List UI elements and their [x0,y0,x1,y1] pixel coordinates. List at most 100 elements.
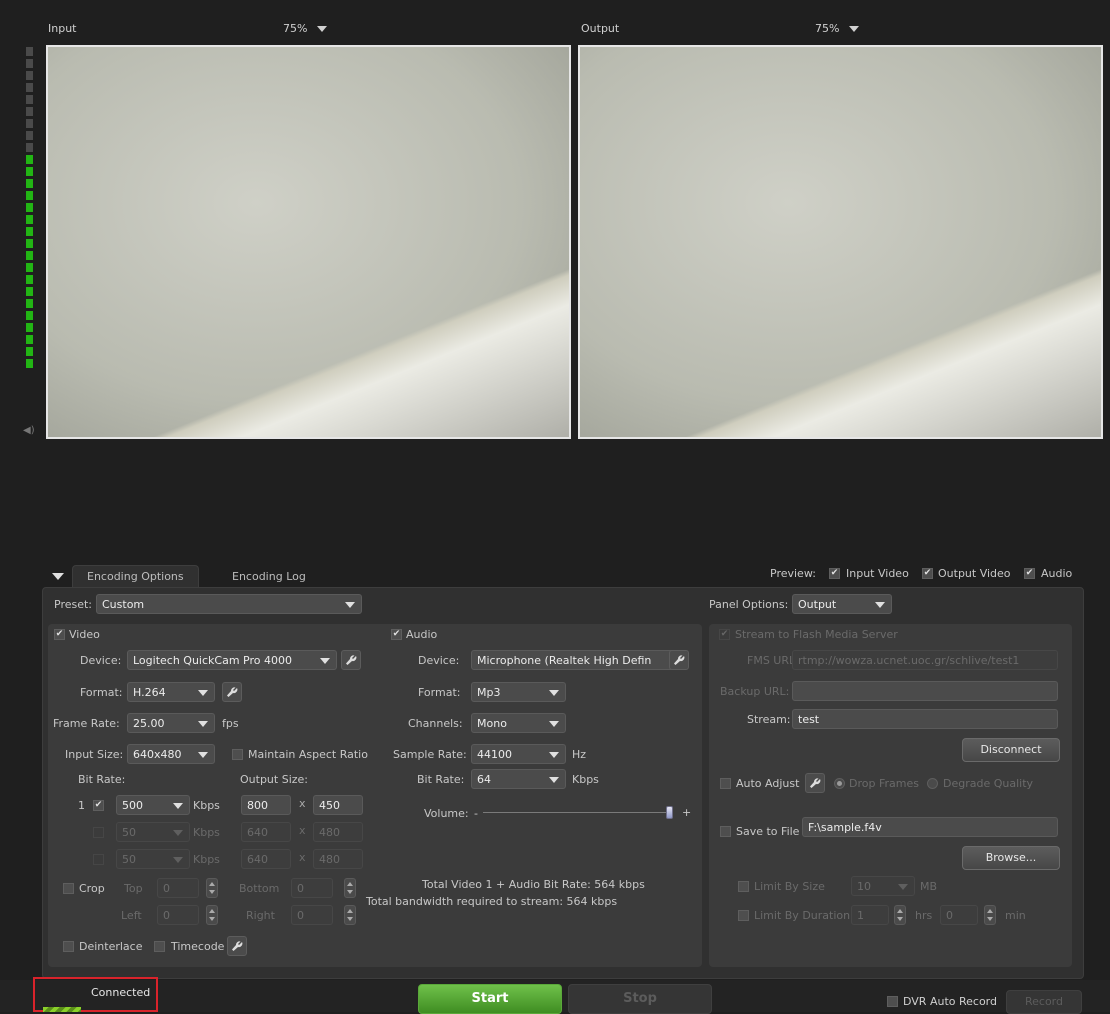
channels-dropdown[interactable]: Mono [471,713,566,733]
crop-top-stepper[interactable] [206,878,218,898]
dvr-auto-record-checkbox[interactable] [887,996,898,1007]
panel-options-label: Panel Options: [709,598,789,611]
bitrate-dropdown[interactable]: 50 [116,849,190,869]
audio-bit-rate-dropdown[interactable]: 64 [471,769,566,789]
volume-slider-handle[interactable] [666,806,673,819]
disconnect-button[interactable]: Disconnect [962,738,1060,762]
crop-left-stepper[interactable] [206,905,218,925]
bitrate-dropdown[interactable]: 500 [116,795,190,815]
tab-encoding-options[interactable]: Encoding Options [72,565,199,588]
hours-stepper[interactable] [894,905,906,925]
size-limit-dropdown[interactable]: 10 [851,876,915,896]
crop-right-stepper[interactable] [344,905,356,925]
crop-checkbox[interactable] [63,883,74,894]
timecode-checkbox[interactable] [154,941,165,952]
limit-by-size-checkbox[interactable] [738,881,749,892]
preview-output-video-checkbox[interactable]: ✔ [922,568,933,579]
audio-device-settings-button[interactable] [669,650,689,670]
meter-segment [26,359,33,368]
meter-segment [26,155,33,164]
audio-enable-checkbox[interactable]: ✔ [391,629,402,640]
save-to-file-checkbox[interactable] [720,826,731,837]
video-enable-checkbox[interactable]: ✔ [54,629,65,640]
crop-left-input[interactable]: 0 [157,905,199,925]
crop-right-input[interactable]: 0 [291,905,333,925]
frame-rate-dropdown[interactable]: 25.00 [127,713,215,733]
kbps-label: Kbps [193,853,220,866]
audio-format-dropdown[interactable]: Mp3 [471,682,566,702]
tab-encoding-log[interactable]: Encoding Log [218,566,320,588]
output-zoom-dropdown[interactable]: 75% [815,22,860,35]
speaker-icon[interactable]: ◀) [23,425,35,436]
fms-url-input[interactable]: rtmp://wowza.ucnet.uoc.gr/schlive/test1 [792,650,1058,670]
crop-bottom-stepper[interactable] [344,878,356,898]
video-format-dropdown[interactable]: H.264 [127,682,215,702]
minutes-input[interactable]: 0 [940,905,978,925]
preset-dropdown[interactable]: Custom [96,594,362,614]
crop-top-input[interactable]: 0 [157,878,199,898]
auto-adjust-settings-button[interactable] [805,773,825,793]
output-width-input[interactable]: 640 [241,822,291,842]
preview-input-video-checkbox[interactable]: ✔ [829,568,840,579]
wrench-icon [227,687,238,697]
hours-input[interactable]: 1 [851,905,889,925]
stream-to-fms-checkbox[interactable]: ✔ [719,629,730,640]
chevron-down-icon [549,721,559,727]
auto-adjust-checkbox[interactable] [720,778,731,789]
connection-indicator [43,1007,81,1012]
meter-segment [26,107,33,116]
video-device-dropdown[interactable]: Logitech QuickCam Pro 4000 [127,650,337,670]
panel-options-dropdown[interactable]: Output [792,594,892,614]
video-format-settings-button[interactable] [222,682,242,702]
timecode-settings-button[interactable] [227,936,247,956]
volume-slider-track[interactable] [483,812,673,813]
bitrate-row-checkbox[interactable] [93,854,104,865]
sample-rate-dropdown[interactable]: 44100 [471,744,566,764]
channels-label: Channels: [408,717,463,730]
audio-device-dropdown[interactable]: Microphone (Realtek High Defin [471,650,688,670]
bitrate-row-checkbox[interactable]: ✔ [93,800,104,811]
drop-frames-radio[interactable] [834,778,845,789]
hrs-label: hrs [915,909,933,922]
chevron-down-icon [898,884,908,890]
backup-url-input[interactable] [792,681,1058,701]
wrench-icon [232,941,243,951]
volume-plus: + [682,806,692,819]
limit-by-duration-checkbox[interactable] [738,910,749,921]
output-width-input[interactable]: 800 [241,795,291,815]
output-width-input[interactable]: 640 [241,849,291,869]
meter-segment [26,83,33,92]
degrade-quality-radio[interactable] [927,778,938,789]
file-path-input[interactable]: F:\sample.f4v [802,817,1058,837]
chevron-down-icon [173,857,183,863]
kbps-label: Kbps [572,773,599,786]
collapse-panel-icon[interactable] [52,573,64,580]
output-height-input[interactable]: 480 [313,849,363,869]
meter-segment [26,215,33,224]
video-device-settings-button[interactable] [341,650,361,670]
meter-segment [26,287,33,296]
maintain-aspect-checkbox[interactable] [232,749,243,760]
meter-segment [26,143,33,152]
stop-button[interactable]: Stop [568,984,712,1014]
bitrate-row-checkbox[interactable] [93,827,104,838]
start-button[interactable]: Start [418,984,562,1014]
crop-bottom-input[interactable]: 0 [291,878,333,898]
record-button[interactable]: Record [1006,990,1082,1014]
deinterlace-checkbox[interactable] [63,941,74,952]
bitrate-dropdown[interactable]: 50 [116,822,190,842]
channels-value: Mono [477,717,507,730]
video-device-value: Logitech QuickCam Pro 4000 [133,654,292,667]
chevron-down-icon [320,658,330,664]
minutes-stepper[interactable] [984,905,996,925]
browse-button[interactable]: Browse... [962,846,1060,870]
output-height-input[interactable]: 480 [313,822,363,842]
size-limit-value: 10 [857,880,871,893]
timecode-label: Timecode [171,940,225,953]
input-zoom-dropdown[interactable]: 75% [283,22,328,35]
preview-audio-checkbox[interactable]: ✔ [1024,568,1035,579]
input-size-dropdown[interactable]: 640x480 [127,744,215,764]
output-height-input[interactable]: 450 [313,795,363,815]
chevron-down-icon [875,602,885,608]
stream-name-input[interactable]: test [792,709,1058,729]
